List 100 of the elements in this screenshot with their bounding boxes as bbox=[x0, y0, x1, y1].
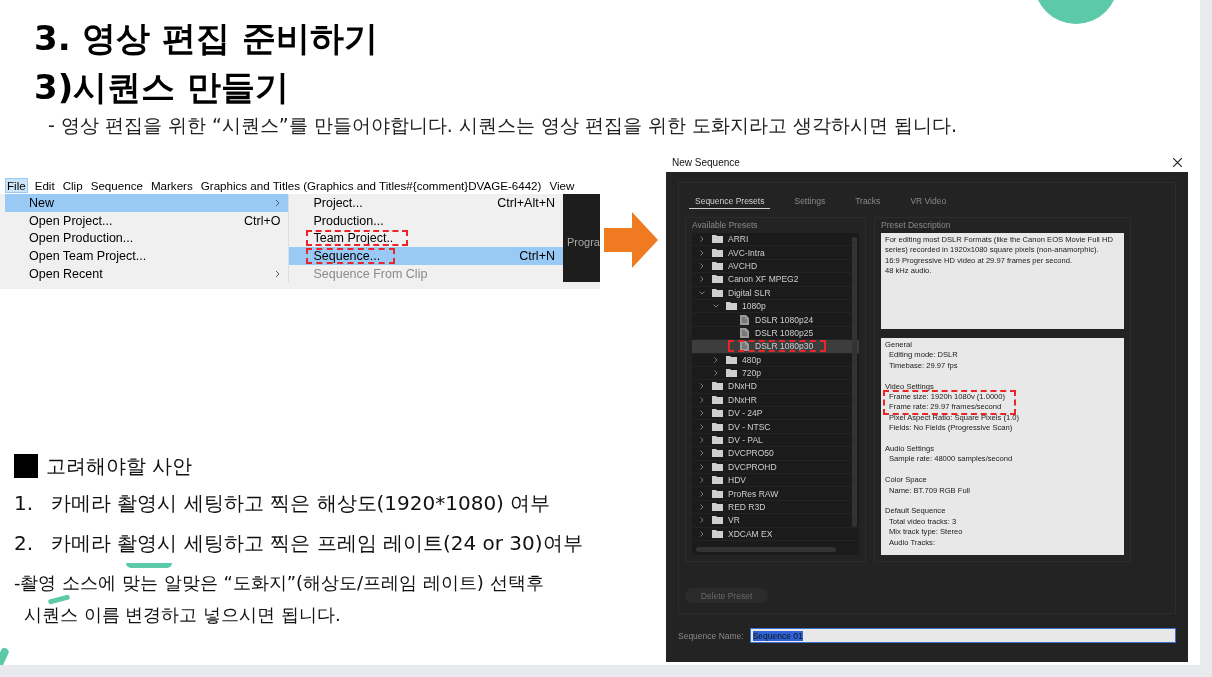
sequence-name-field[interactable]: Sequence 01 bbox=[749, 628, 1176, 643]
menu-item-label: Production... bbox=[313, 213, 384, 228]
menu-item[interactable]: Open Project... Ctrl+O bbox=[5, 211, 289, 230]
menu-item[interactable]: Project... Ctrl+Alt+N bbox=[289, 194, 563, 212]
chevron-icon[interactable] bbox=[698, 409, 706, 418]
preset-label: DNxHD bbox=[727, 381, 758, 392]
preset-row[interactable]: XDCAM EX bbox=[692, 527, 859, 541]
folder-icon bbox=[712, 462, 723, 471]
menu-item[interactable]: Team Project.. bbox=[289, 229, 563, 248]
folder-icon bbox=[712, 235, 723, 244]
preset-label: ARRI bbox=[727, 234, 750, 245]
shortcut-text: Ctrl+Alt+N bbox=[497, 195, 555, 210]
preset-label: DVCPRO50 bbox=[727, 448, 775, 459]
menu-item[interactable]: New bbox=[5, 194, 289, 212]
chevron-icon[interactable] bbox=[698, 516, 706, 525]
chevron-icon[interactable] bbox=[698, 462, 706, 471]
tab[interactable]: Sequence Presets bbox=[689, 195, 771, 209]
slide-title: 3. 영상 편집 준비하기 bbox=[34, 17, 380, 60]
folder-icon bbox=[726, 302, 737, 311]
chevron-icon[interactable] bbox=[698, 275, 706, 284]
chevron-icon[interactable] bbox=[698, 476, 706, 485]
slide-subtitle: 3)시퀀스 만들기 bbox=[34, 66, 291, 109]
preset-label: 480p bbox=[741, 354, 762, 365]
menu-item-label: Team Project.. bbox=[307, 231, 408, 246]
tab[interactable]: Settings bbox=[788, 195, 832, 209]
menubar-item[interactable]: Edit bbox=[33, 178, 56, 192]
chevron-icon[interactable] bbox=[698, 436, 706, 445]
chevron-icon[interactable] bbox=[698, 248, 706, 257]
tab[interactable]: VR Video bbox=[904, 195, 953, 209]
preset-label: Canon XF MPEG2 bbox=[727, 274, 800, 285]
menu-item-label: Open Recent bbox=[29, 266, 103, 281]
section-label: Preset Description bbox=[881, 220, 952, 230]
list-item-text: 카메라 촬영시 세팅하고 찍은 프레임 레이트(24 or 30)여부 bbox=[51, 530, 583, 557]
section-label: Available Presets bbox=[692, 220, 759, 230]
menu-item-label: Open Team Project... bbox=[29, 248, 147, 263]
preset-label: AVCHD bbox=[727, 260, 759, 271]
marker-stroke bbox=[126, 563, 172, 568]
preset-label: 1080p bbox=[741, 301, 767, 312]
menu-item[interactable]: Sequence... Ctrl+N bbox=[289, 247, 563, 265]
scrollbar[interactable] bbox=[852, 237, 857, 527]
notes-heading: 고려해야할 사안 bbox=[46, 453, 193, 480]
chevron-icon[interactable] bbox=[698, 503, 706, 511]
chevron-icon[interactable] bbox=[712, 355, 720, 364]
menubar-item[interactable]: View bbox=[548, 178, 576, 192]
folder-icon bbox=[712, 436, 723, 445]
menu-item-label: Sequence... bbox=[307, 248, 395, 263]
chevron-icon[interactable] bbox=[698, 395, 706, 404]
folder-icon bbox=[712, 489, 723, 498]
menu-item[interactable]: Production... bbox=[289, 211, 563, 230]
preset-row[interactable]: DSLR 1080p30 bbox=[692, 340, 859, 354]
folder-icon bbox=[712, 288, 723, 297]
menubar-item[interactable]: Clip bbox=[61, 178, 84, 192]
chevron-icon[interactable] bbox=[698, 449, 706, 458]
list-number: 2. bbox=[14, 530, 34, 557]
preset-label: AVC-Intra bbox=[727, 247, 766, 258]
folder-icon bbox=[712, 275, 723, 284]
menu-item-label: Open Production... bbox=[29, 231, 134, 246]
chevron-icon[interactable] bbox=[698, 529, 706, 538]
preset-label: DV - NTSC bbox=[727, 421, 772, 432]
dialog-title: New Sequence bbox=[672, 156, 740, 168]
menubar-item[interactable]: Sequence bbox=[89, 178, 144, 192]
shortcut-text: Ctrl+O bbox=[243, 213, 281, 228]
document-icon bbox=[740, 314, 749, 325]
preset-label: DVCPROHD bbox=[727, 461, 778, 472]
chevron-icon[interactable] bbox=[698, 382, 706, 391]
folder-icon bbox=[712, 409, 723, 418]
chevron-icon[interactable] bbox=[698, 288, 706, 297]
document-icon bbox=[740, 341, 749, 352]
menu-item[interactable]: Open Team Project... bbox=[5, 247, 289, 265]
preset-label: ProRes RAW bbox=[727, 488, 780, 499]
list-number: 1. bbox=[14, 490, 34, 517]
chevron-icon[interactable] bbox=[698, 422, 706, 431]
preset-label: HDV bbox=[727, 475, 747, 486]
menu-item-label: New bbox=[29, 195, 54, 210]
close-icon[interactable] bbox=[1173, 157, 1182, 167]
menubar-item[interactable]: Graphics and Titles (Graphics and Titles#{comment}DVAGE-6442) bbox=[199, 178, 543, 192]
folder-icon bbox=[712, 529, 723, 538]
folder-icon bbox=[712, 516, 723, 525]
chevron-icon[interactable] bbox=[712, 369, 720, 378]
chevron-icon[interactable] bbox=[698, 235, 706, 244]
tab[interactable]: Tracks bbox=[849, 195, 887, 209]
marker-stroke bbox=[47, 594, 71, 605]
preset-label: VR bbox=[727, 515, 741, 526]
folder-icon bbox=[712, 261, 723, 270]
chevron-icon[interactable] bbox=[698, 261, 706, 270]
menu-item-label: Project... bbox=[313, 195, 363, 210]
field-label: Sequence Name: bbox=[678, 630, 744, 641]
preset-label: DSLR 1080p30 bbox=[729, 341, 826, 352]
menu-item[interactable]: Open Recent bbox=[5, 264, 289, 283]
chevron-icon[interactable] bbox=[698, 489, 706, 498]
menubar-item[interactable]: File bbox=[5, 177, 28, 193]
scrollbar[interactable] bbox=[696, 547, 836, 552]
preset-label: 720p bbox=[741, 368, 762, 379]
menubar-item[interactable]: Markers bbox=[149, 178, 194, 192]
list-item-text: 카메라 촬영시 세팅하고 찍은 해상도(1920*1080) 여부 bbox=[51, 490, 551, 517]
folder-icon bbox=[712, 382, 723, 391]
square-bullet-icon bbox=[14, 454, 38, 478]
description-text: - 영상 편집을 위한 “시퀀스”를 만들어야합니다. 시퀀스는 영상 편집을 위한 도화지라고 생각하시면 됩니다. bbox=[48, 113, 959, 138]
preset-label: DV - 24P bbox=[727, 408, 764, 419]
menu-item[interactable]: Open Production... bbox=[5, 229, 289, 248]
